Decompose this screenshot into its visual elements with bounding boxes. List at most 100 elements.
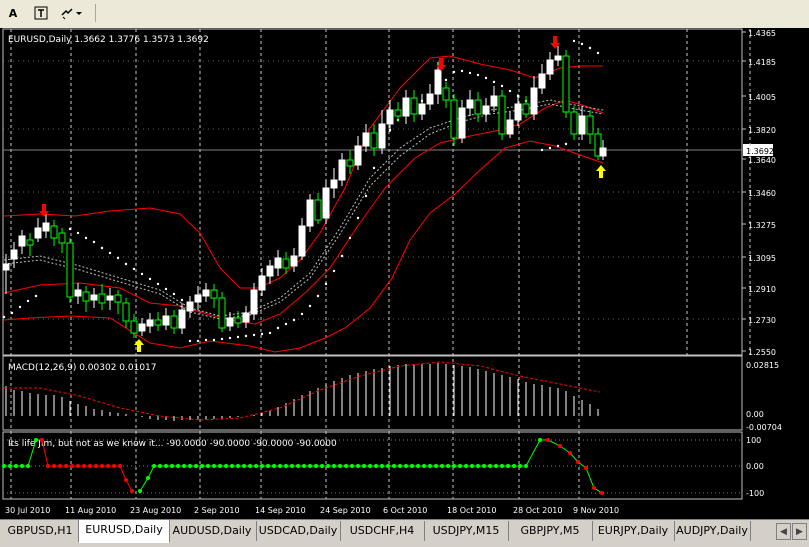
chart-tab-bar: GBPUSD,H1 EURUSD,Daily AUDUSD,Daily USDCAD,… bbox=[0, 519, 809, 547]
indicator-dot bbox=[386, 464, 390, 468]
tab-usdcad-daily[interactable]: USDCAD,Daily bbox=[256, 521, 341, 541]
candle-bull bbox=[426, 93, 434, 105]
sar-dot bbox=[140, 272, 144, 276]
sar-dot bbox=[132, 267, 136, 271]
sar-dot bbox=[276, 326, 280, 330]
candle-bull bbox=[226, 317, 234, 327]
indicator-dot bbox=[446, 464, 450, 468]
price-chart[interactable]: 1.4365 1.4185 1.4005 1.3820 1.3640 1.3460 1.32… bbox=[0, 28, 809, 519]
tab-eurjpy-daily[interactable]: EURJPY,Daily bbox=[592, 521, 675, 541]
tab-eurusd-daily[interactable]: EURUSD,Daily bbox=[78, 520, 170, 543]
indicator-dot bbox=[146, 476, 150, 480]
macd-tick-label: -0.00704 bbox=[746, 423, 782, 432]
tab-scroll-left-button[interactable]: ◀ bbox=[776, 523, 791, 540]
candle-bull bbox=[90, 294, 98, 301]
candle-bull bbox=[458, 107, 466, 139]
candle-bull bbox=[242, 312, 250, 323]
candle-bull bbox=[482, 105, 490, 115]
sar-dot bbox=[332, 269, 336, 273]
indicator-dot bbox=[464, 464, 468, 468]
sar-dot bbox=[484, 76, 488, 80]
chart-area[interactable]: 1.4365 1.4185 1.4005 1.3820 1.3640 1.3460 1.32… bbox=[0, 28, 809, 519]
indicator-dot bbox=[488, 464, 492, 468]
sar-dot bbox=[76, 231, 80, 235]
candle-bear bbox=[282, 258, 290, 269]
sar-dot bbox=[308, 304, 312, 308]
tab-gbpjpy-m5[interactable]: GBPJPY,M5 bbox=[508, 521, 593, 541]
tab-audjpy-daily[interactable]: AUDJPY,Daily bbox=[674, 521, 751, 541]
toolbar-divider bbox=[95, 4, 96, 22]
tab-usdjpy-m15[interactable]: USDJPY,M15 bbox=[424, 521, 509, 541]
sar-dot bbox=[10, 311, 14, 315]
sar-dot bbox=[556, 144, 560, 148]
candle-bull bbox=[274, 257, 282, 269]
text-tool-button[interactable]: A bbox=[4, 3, 22, 23]
text-label-tool-button[interactable] bbox=[32, 3, 50, 23]
arrows-tool-button[interactable] bbox=[58, 3, 86, 23]
indicator-dot bbox=[506, 464, 510, 468]
candle-bull bbox=[74, 289, 82, 297]
candle-bull bbox=[2, 263, 10, 271]
indicator-dot bbox=[138, 489, 142, 493]
toolbar: A bbox=[0, 0, 809, 29]
price-tick-label: 1.3820 bbox=[748, 126, 776, 135]
indicator-dot bbox=[458, 464, 462, 468]
indicator-dot bbox=[452, 464, 456, 468]
sar-dot bbox=[212, 338, 216, 342]
sar-dot bbox=[236, 335, 240, 339]
indicator-dot bbox=[332, 464, 336, 468]
sar-dot bbox=[372, 166, 376, 170]
sar-dot bbox=[100, 246, 104, 250]
candle-bull bbox=[194, 294, 202, 303]
indicator-dot bbox=[392, 464, 396, 468]
sar-dot bbox=[460, 69, 464, 73]
candle-bull bbox=[290, 255, 298, 267]
sar-dot bbox=[2, 315, 6, 319]
indicator-dot bbox=[584, 466, 588, 470]
candle-bear bbox=[522, 103, 530, 115]
candle-bull bbox=[162, 315, 170, 326]
candle-bull bbox=[490, 95, 498, 107]
indicator-dot bbox=[284, 464, 288, 468]
indicator-dot bbox=[20, 464, 24, 468]
candle-bear bbox=[50, 225, 58, 239]
indicator-dot bbox=[100, 464, 104, 468]
candle-bull bbox=[362, 132, 370, 147]
candle-bull bbox=[42, 222, 50, 232]
candle-bull bbox=[138, 323, 146, 332]
tab-gbpusd-h1[interactable]: GBPUSD,H1 bbox=[2, 521, 79, 541]
candle-bear bbox=[410, 97, 418, 115]
tab-scroll-right-button[interactable]: ▶ bbox=[792, 523, 807, 540]
indicator-dot bbox=[308, 464, 312, 468]
candle-bull bbox=[106, 295, 114, 301]
indicator-dot bbox=[218, 464, 222, 468]
sar-dot bbox=[348, 236, 352, 240]
indicator-dot bbox=[296, 464, 300, 468]
price-tick-label: 1.2910 bbox=[748, 285, 776, 294]
indicator-dot bbox=[212, 464, 216, 468]
price-tick-label: 1.4005 bbox=[748, 93, 776, 102]
price-tick-label: 1.3275 bbox=[748, 221, 776, 230]
tab-audusd-daily[interactable]: AUDUSD,Daily bbox=[168, 521, 257, 541]
indicator-dot bbox=[380, 464, 384, 468]
macd-tick-label: 0.00 bbox=[746, 410, 764, 419]
sar-dot bbox=[220, 337, 224, 341]
date-tick-label: 18 Oct 2010 bbox=[447, 506, 496, 515]
indicator-dot bbox=[70, 464, 74, 468]
arrows-dropdown-icon bbox=[61, 8, 82, 20]
price-tick-label: 1.2730 bbox=[748, 316, 776, 325]
sar-dot bbox=[324, 282, 328, 286]
indicator-dot bbox=[248, 464, 252, 468]
arrow-up-icon bbox=[134, 339, 144, 352]
price-tick-label: 1.4185 bbox=[748, 58, 776, 67]
tab-usdchf-h4[interactable]: USDCHF,H4 bbox=[340, 521, 425, 541]
indicator-dot bbox=[568, 451, 572, 455]
price-tick-label: 1.3460 bbox=[748, 189, 776, 198]
indicator-dot bbox=[416, 464, 420, 468]
candle-bear bbox=[218, 297, 226, 329]
candle-bear bbox=[170, 315, 178, 329]
candle-bear bbox=[98, 293, 106, 304]
indicator-dot bbox=[164, 464, 168, 468]
text-label-icon bbox=[34, 6, 48, 20]
sar-dot bbox=[18, 305, 22, 309]
